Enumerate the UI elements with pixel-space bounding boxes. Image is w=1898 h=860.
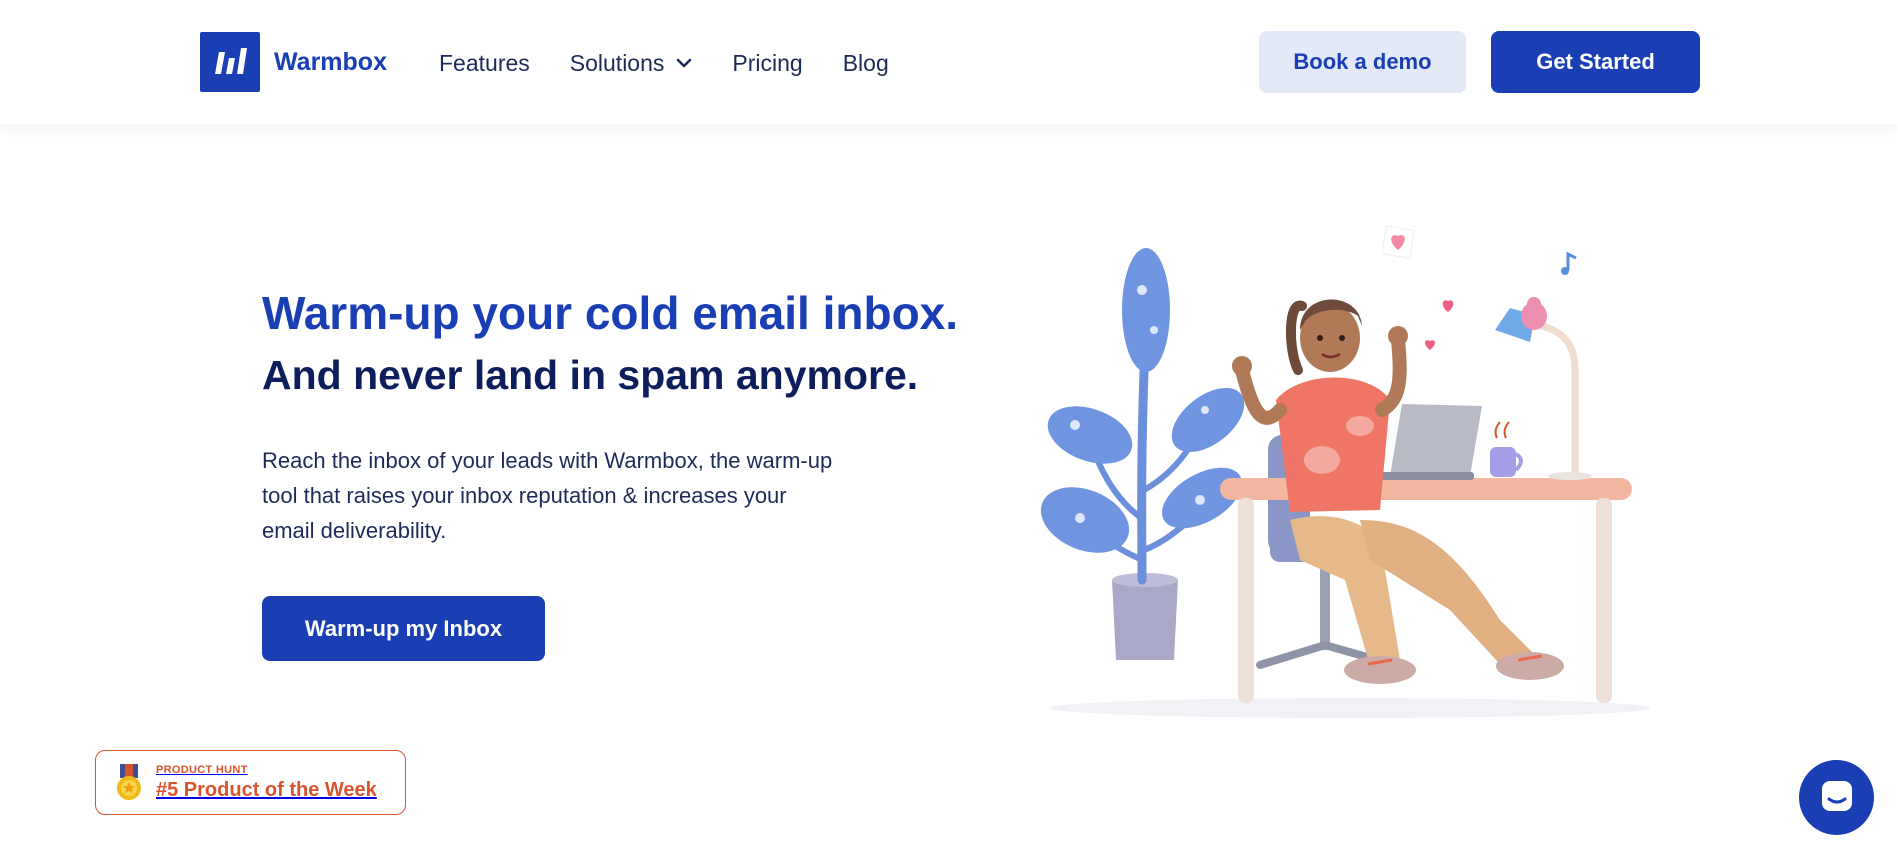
logo[interactable]: Warmbox bbox=[200, 32, 387, 92]
product-hunt-badge[interactable]: PRODUCT HUNT #5 Product of the Week bbox=[95, 750, 406, 815]
nav-solutions[interactable]: Solutions bbox=[570, 46, 693, 80]
badge-label-main: #5 Product of the Week bbox=[156, 778, 377, 801]
hero-subtitle: And never land in spam anymore. bbox=[262, 352, 919, 398]
chat-button[interactable] bbox=[1799, 760, 1874, 835]
nav-solutions-label: Solutions bbox=[569, 50, 665, 76]
nav-features[interactable]: Features bbox=[439, 46, 530, 80]
book-demo-button[interactable]: Book a demo bbox=[1259, 31, 1466, 93]
badge-text: PRODUCT HUNT #5 Product of the Week bbox=[156, 763, 377, 803]
medal-icon bbox=[116, 763, 142, 802]
warmbox-logo-icon bbox=[200, 32, 260, 92]
main-nav: Features Solutions Pricing Blog bbox=[439, 46, 929, 80]
nav-pricing[interactable]: Pricing bbox=[732, 46, 802, 80]
woman-at-desk-illustration bbox=[1030, 220, 1650, 720]
warm-up-inbox-button[interactable]: Warm-up my Inbox bbox=[262, 596, 545, 661]
hero-description: Reach the inbox of your leads with Warmb… bbox=[262, 448, 833, 543]
chat-icon bbox=[1819, 778, 1855, 817]
hero-title: Warm-up your cold email inbox. bbox=[262, 287, 959, 339]
get-started-button[interactable]: Get Started bbox=[1491, 31, 1700, 93]
site-header: Warmbox Features Solutions Pricing Blog … bbox=[0, 0, 1898, 124]
badge-label-top: PRODUCT HUNT bbox=[156, 763, 248, 776]
logo-text: Warmbox bbox=[274, 47, 387, 76]
nav-blog[interactable]: Blog bbox=[843, 46, 889, 80]
chevron-down-icon bbox=[676, 58, 692, 68]
